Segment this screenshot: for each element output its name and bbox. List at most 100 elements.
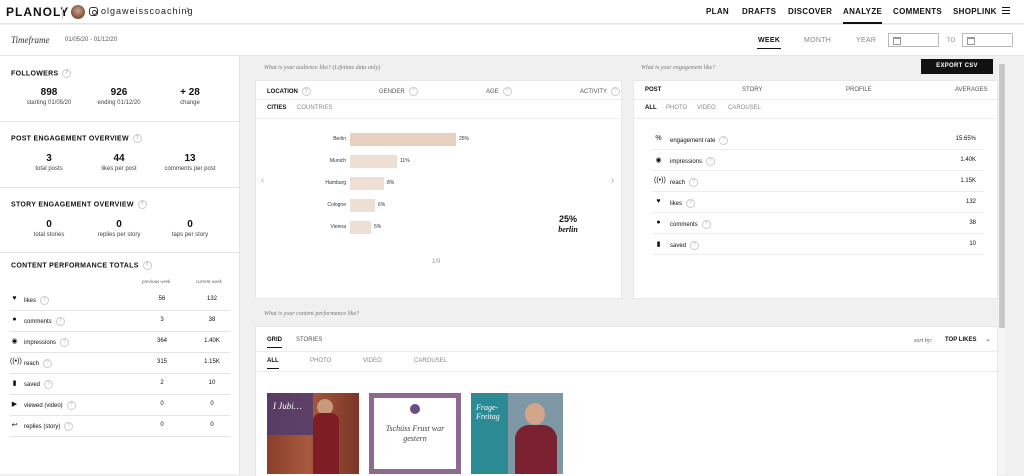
heart-icon: ♥ [12, 295, 17, 302]
bar[interactable] [350, 155, 397, 168]
post-thumbnail[interactable]: I Jubi… [267, 393, 359, 474]
bar-value-label: 6% [378, 202, 386, 208]
avatar[interactable] [71, 5, 85, 19]
timeframe-label: Timeframe [11, 35, 50, 45]
subtab-carousel[interactable]: CAROUSEL [414, 358, 447, 364]
bar[interactable] [350, 221, 371, 234]
start-date-input[interactable] [888, 33, 939, 47]
planoly-logo[interactable]: PLANOLY [6, 5, 69, 19]
tab-averages[interactable]: AVERAGES [955, 87, 988, 93]
subtab-photo[interactable]: PHOTO [666, 105, 687, 111]
performance-row-impressions: ◉ impressions 364 1.40K [10, 332, 230, 353]
subtab-countries[interactable]: COUNTRIES [297, 105, 332, 111]
metric-name: likes [24, 296, 49, 305]
play-icon: ▶ [11, 401, 18, 408]
post-thumbnail[interactable]: Frage-Freitag [471, 393, 563, 474]
bar-label: Cologne [327, 202, 346, 208]
metric-name: likes [670, 199, 695, 208]
tab-location[interactable]: LOCATION [267, 87, 311, 96]
tab-grid[interactable]: GRID [267, 337, 282, 348]
subtab-photo[interactable]: PHOTO [310, 358, 331, 364]
metric-value: 1.40K [960, 157, 976, 163]
metric-value: 10 [969, 241, 976, 247]
tab-story[interactable]: STORY [742, 87, 762, 93]
nav-drafts[interactable]: DRAFTS [742, 7, 776, 16]
current-value: 1.15K [204, 359, 220, 365]
end-date-input[interactable] [962, 33, 1013, 47]
nav-comments[interactable]: COMMENTS [893, 7, 942, 16]
chevron-right-icon[interactable]: › [186, 4, 190, 16]
account-name[interactable]: olgaweisscoaching [101, 6, 194, 16]
nav-plan[interactable]: PLAN [706, 7, 729, 16]
eye-icon: ◉ [655, 157, 662, 164]
total-stories: 0 total stories [33, 219, 65, 238]
divider [256, 118, 621, 119]
export-csv-button[interactable]: EXPORT CSV [921, 59, 993, 74]
bar-label: Berlin [333, 136, 346, 142]
performance-row-replies-story: ↩ replies (story) 0 0 [10, 416, 230, 437]
tab-activity[interactable]: ACTIVITY [580, 87, 620, 96]
tab-profile[interactable]: PROFILE [846, 87, 872, 93]
tab-week[interactable]: WEEK [756, 37, 782, 49]
col-current-week: current week [196, 280, 222, 285]
sort-dropdown[interactable]: TOP LIKES [945, 337, 976, 343]
subtab-all[interactable]: ALL [267, 358, 279, 369]
subtab-video[interactable]: VIDEO [363, 358, 382, 364]
bar-label: Hamburg [325, 180, 346, 186]
divider [256, 99, 621, 100]
nav-shoplink[interactable]: SHOPLINK [953, 7, 997, 16]
audience-card: LOCATION GENDER AGE ACTIVITY CITIES COUN… [255, 80, 622, 299]
subtab-carousel[interactable]: CAROUSEL [728, 105, 761, 111]
current-value: 38 [208, 317, 216, 323]
followers-start: 898 starting 01/05/20 [26, 87, 72, 106]
tab-stories[interactable]: STORIES [296, 337, 322, 343]
metric-value: 132 [965, 199, 976, 205]
bar-value-label: 8% [387, 180, 395, 186]
bar[interactable] [350, 199, 375, 212]
current-value: 1.40K [204, 338, 220, 344]
story-engagement-title: STORY ENGAGEMENT OVERVIEW [11, 200, 147, 209]
bar-value-label: 25% [459, 136, 470, 142]
tab-age[interactable]: AGE [486, 87, 512, 96]
hamburger-menu-icon[interactable] [1002, 7, 1010, 16]
bar[interactable] [350, 177, 384, 190]
performance-row-saved: ▮ saved 2 10 [10, 374, 230, 395]
bar-label: Munich [329, 158, 346, 164]
nav-analyze[interactable]: ANALYZE [843, 7, 883, 24]
tab-year[interactable]: YEAR [856, 37, 876, 44]
scrollbar-thumb[interactable] [999, 64, 1005, 328]
reach-icon: ((•)) [10, 358, 22, 365]
post-engagement-title: POST ENGAGEMENT OVERVIEW [11, 134, 142, 143]
engagement-row-saved: ▮ saved 10 [652, 234, 984, 255]
bookmark-icon: ▮ [656, 241, 661, 248]
tab-gender[interactable]: GENDER [379, 87, 418, 96]
engagement-row-reach: ((•)) reach 1.15K [652, 171, 984, 192]
performance-row-likes: ♥ likes 56 132 [10, 290, 230, 311]
divider [0, 252, 240, 253]
subtab-video[interactable]: VIDEO [697, 105, 716, 111]
chevron-right-icon[interactable]: › [611, 175, 614, 185]
timeframe-bar: Timeframe 01/05/20 - 01/12/20 WEEK MONTH… [0, 25, 1024, 56]
subtab-cities[interactable]: CITIES [267, 105, 286, 111]
bar[interactable] [350, 133, 456, 146]
current-value: 132 [206, 296, 217, 302]
chevron-left-icon[interactable]: ‹ [261, 175, 264, 185]
scrollbar[interactable] [998, 64, 1006, 474]
metric-name: saved [670, 241, 699, 250]
instagram-icon [89, 7, 98, 16]
post-thumbnail[interactable]: Tschüss Frust war gestern [369, 393, 461, 474]
previous-value: 3 [160, 317, 164, 323]
performance-row-comments: ● comments 3 38 [10, 311, 230, 332]
chevron-down-icon[interactable]: ⌄ [985, 335, 991, 343]
tab-post[interactable]: POST [645, 87, 661, 93]
metric-name: engagement rate [670, 136, 728, 145]
nav-discover[interactable]: DISCOVER [788, 7, 832, 16]
tab-month[interactable]: MONTH [804, 37, 831, 44]
content-performance-title: CONTENT PERFORMANCE TOTALS [11, 261, 152, 270]
heart-icon: ♥ [656, 198, 661, 205]
subtab-all[interactable]: ALL [645, 105, 657, 111]
metric-name: comments [24, 317, 65, 326]
current-value: 0 [210, 401, 214, 407]
to-label: TO [947, 38, 956, 44]
divider [0, 121, 240, 122]
